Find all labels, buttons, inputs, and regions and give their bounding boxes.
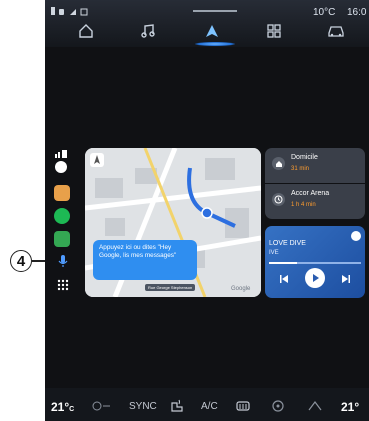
media-card[interactable]: LOVE DIVE IVE (265, 226, 365, 298)
track-progress-fill (269, 262, 297, 264)
clock: 16:0 (347, 7, 367, 18)
music-icon[interactable] (137, 22, 159, 40)
media-app-icon (351, 231, 361, 241)
assistant-prompt-bubble[interactable]: Appuyez ici ou dites "Hey Google, lis me… (93, 240, 197, 280)
left-temperature[interactable]: 21°C (51, 400, 74, 414)
track-title: LOVE DIVE (269, 240, 306, 247)
map-brand-logo: Google (231, 286, 251, 292)
signal-battery-icon (55, 150, 67, 158)
play-button[interactable] (305, 268, 325, 288)
ac-button[interactable]: A/C (201, 401, 218, 412)
car-icon[interactable] (325, 22, 347, 40)
home-icon[interactable] (75, 22, 97, 40)
destination-eta: 31 min (291, 166, 310, 172)
sync-button[interactable]: SYNC (129, 401, 157, 412)
street-label: Rue George Stephenson (145, 284, 196, 291)
navigation-icon[interactable] (201, 22, 223, 40)
right-temperature[interactable]: 21° (341, 400, 359, 414)
notification-icon[interactable] (55, 161, 67, 173)
track-progress-bar[interactable] (269, 262, 361, 264)
status-divider (193, 10, 237, 12)
track-artist: IVE (269, 250, 279, 256)
history-destination-icon (272, 193, 285, 206)
callout-label: 4 (16, 252, 26, 270)
status-indicator-icons (51, 7, 88, 16)
climate-bar: 21°C SYNC A/C 21° (45, 388, 369, 421)
callout-marker: 4 (10, 250, 32, 272)
apps-grid-icon[interactable] (263, 22, 285, 40)
infotainment-screen: 10°C 16:0 Appuyez ici ou dites "Hey Goog… (45, 0, 369, 421)
active-tab-indicator (195, 42, 235, 46)
home-destination-icon (272, 157, 285, 170)
destination-card-home[interactable]: Domicile 31 min (265, 148, 365, 183)
seat-fan-icon[interactable] (91, 400, 111, 412)
previous-track-icon[interactable] (279, 274, 289, 284)
outside-temperature: 10°C (313, 7, 336, 18)
assistant-prompt-text: Appuyez ici ou dites "Hey Google, lis me… (99, 244, 177, 259)
passenger-seat-icon[interactable] (307, 400, 323, 412)
destination-eta: 1 h 4 min (291, 202, 316, 208)
destination-card-recent[interactable]: Accor Arena 1 h 4 min (265, 184, 365, 219)
status-icons (50, 6, 100, 19)
destination-name: Accor Arena (291, 190, 330, 197)
next-track-icon[interactable] (341, 274, 351, 284)
fan-icon[interactable] (271, 399, 285, 413)
compass-icon (94, 155, 100, 164)
app-sidebar (45, 145, 75, 295)
play-icon (313, 274, 319, 282)
destination-name: Domicile (291, 154, 318, 161)
left-temp-unit: C (69, 406, 75, 413)
left-temp-value: 21° (51, 400, 70, 414)
maps-app-icon[interactable] (54, 231, 70, 247)
spotify-app-icon[interactable] (54, 208, 70, 224)
app-launcher-icon[interactable] (57, 279, 69, 291)
microphone-icon[interactable] (57, 254, 69, 268)
waze-app-icon[interactable] (54, 185, 70, 201)
rear-defrost-icon[interactable] (235, 399, 251, 413)
seat-heat-icon[interactable] (169, 399, 185, 413)
top-navigation-bar: 10°C 16:0 (45, 0, 369, 47)
compass-button[interactable] (90, 153, 104, 167)
